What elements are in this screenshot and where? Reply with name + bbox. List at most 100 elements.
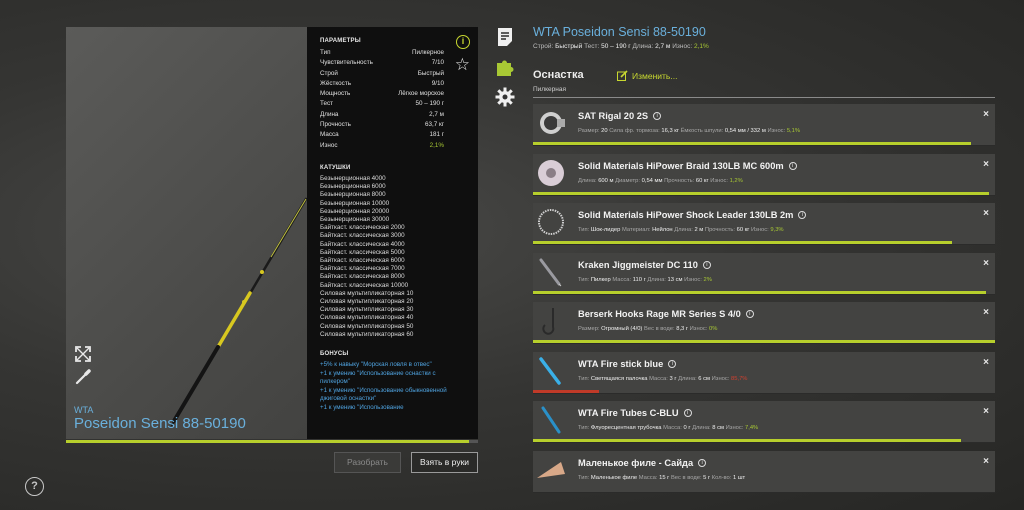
close-icon[interactable]: × [983,258,989,269]
stat-label: Износ: [750,227,771,233]
reel-item: Безынерционная 10000 [320,199,390,207]
tackle-item[interactable]: Kraken Jiggmeister DC 110 i Тип: Пилкер Ма… [533,252,995,295]
tackle-item[interactable]: WTA Fire Tubes C-BLU i Тип: Флуоресцентная… [533,401,995,443]
edit-icon [617,70,628,81]
summary-test-label: Тест: [584,43,600,50]
param-row: Масса 181 г [320,130,466,140]
stat-value: 110 г [632,276,646,283]
tackle-item[interactable]: Маленькое филе - Сайда i Тип: Маленькое фи… [533,450,995,493]
reel-item: Байткаст. классическая 3000 [320,232,405,240]
stat-value: 7,4% [745,425,759,431]
tackle-thumb [535,454,567,486]
info-icon[interactable]: i [456,35,470,49]
reel-item: Байткаст. классическая 8000 [320,273,405,281]
param-value: 7/10 [431,59,444,67]
param-label: Износ [320,141,338,149]
tackle-item[interactable]: SAT Rigal 20 2S i Размер: 20 Сила фр. торм… [533,104,995,146]
tackle-name: Маленькое филе - Сайда i [578,458,707,468]
param-label: Мощность [320,90,351,98]
stat-value: Пилкер [590,276,611,283]
close-icon[interactable]: × [983,406,989,417]
stat-value: 8,3 г [676,326,689,332]
summary-build: Быстрый [555,43,583,50]
rod-summary: Строй: Быстрый Тест: 50 – 190 г Длина: 2… [533,43,709,50]
close-icon[interactable]: × [983,208,989,219]
puzzle-icon[interactable] [495,57,515,77]
stat-value: 20 [601,128,608,134]
stat-label: Тип: [578,474,591,481]
stat-label: Тип: [578,375,591,382]
reel-item: Безынерционная 20000 [320,207,390,215]
stat-label: Масса: [649,375,670,382]
reel-list: Безынерционная 4000 Безынерционная 6000 Бе… [320,175,466,339]
tackle-item[interactable]: Berserk Hooks Rage MR Series S 4/0 i Разме… [533,302,995,344]
stat-label: Длина: [647,276,668,283]
params-title: ПАРАМЕТРЫ [320,38,361,44]
summary-test: 50 – 190 г [601,43,631,50]
tackle-name: Solid Materials HiPower Braid 130LB MC 6… [578,161,797,171]
disassemble-button[interactable]: Разобрать [334,452,401,473]
stat-value: Маленькое филе [590,474,638,481]
params-panel: ПАРАМЕТРЫ Тип Пилкерное Чувствительность 7/… [307,27,478,439]
stat-label: Тип: [578,425,591,431]
info-icon[interactable]: i [653,112,662,120]
param-list: Тип Пилкерное Чувствительность 7/10 Строй Быс… [320,48,466,151]
param-value: Пилкерное [411,49,444,56]
close-icon[interactable]: × [983,357,989,368]
stat-label: Вес в воде: [670,474,704,481]
document-icon[interactable] [495,27,515,47]
close-icon[interactable]: × [983,159,989,170]
stat-value: 60 кг [736,227,750,233]
param-value: Быстрый [417,69,444,77]
tackle-name-text: Kraken Jiggmeister DC 110 [578,259,698,270]
stat-value: 8 см [712,425,724,431]
param-value: Лёгкое морское [398,90,444,98]
info-icon[interactable]: i [698,458,707,467]
edit-label: Изменить... [632,70,678,81]
help-icon[interactable]: ? [25,477,44,496]
close-icon[interactable]: × [983,307,989,318]
tackle-name: Kraken Jiggmeister DC 110 i [578,260,711,270]
tackle-name: WTA Fire Tubes C-BLU i [578,408,692,418]
summary-length-label: Длина: [632,43,654,50]
info-icon[interactable]: i [788,161,797,170]
stat-label: Длина: [692,425,713,431]
param-row: Чувствительность 7/10 [320,58,466,68]
tackle-item[interactable]: Solid Materials HiPower Braid 130LB MC 6… [533,153,995,196]
gear-icon[interactable] [495,87,515,107]
stat-value: 600 м [598,177,614,184]
take-in-hands-button[interactable]: Взять в руки [411,452,478,473]
star-icon[interactable]: ☆ [455,56,470,73]
info-icon[interactable]: i [668,359,677,368]
stat-label: Диаметр: [615,177,642,184]
bonus-item: +1 к умению "Использование [320,404,404,412]
param-row: Жёсткость 9/10 [320,79,466,89]
info-icon[interactable]: i [702,260,711,269]
info-icon[interactable]: i [745,310,754,318]
stat-label: Износ: [689,326,710,332]
close-icon[interactable]: × [983,456,989,467]
param-row: Тест 50 – 190 г [320,99,466,109]
tackle-stats: Размер: Огромный (4/0) Вес в воде: 8,3 г… [578,326,717,332]
tackle-item[interactable]: Solid Materials HiPower Shock Leader 130… [533,203,995,245]
tackle-name: Solid Materials HiPower Shock Leader 130… [578,210,807,220]
tackle-stats: Тип: Флуоресцентная трубочка Масса: 0 г … [578,425,758,431]
reel-item: Байткаст. классическая 4000 [320,240,405,248]
stat-label: Тип: [578,276,591,283]
stat-value: 0 г [683,425,691,431]
reel-item: Силовая мультипликаторная 20 [320,298,414,306]
stat-label: Прочность: [664,177,696,184]
param-value: 181 г [429,131,444,139]
stat-value: 6 см [698,375,711,382]
tackle-item[interactable]: WTA Fire stick blue i Тип: Светящаяся пало… [533,351,995,394]
tackle-stats: Длина: 600 м Диаметр: 0,54 мм Прочность:… [578,178,743,184]
rod-condition-fill [66,440,470,443]
close-icon[interactable]: × [983,109,989,120]
brush-icon[interactable] [74,368,92,391]
info-icon[interactable]: i [798,211,807,219]
info-icon[interactable]: i [683,409,692,417]
expand-icon[interactable] [74,345,92,368]
param-row: Тип Пилкерное [320,48,466,58]
edit-button[interactable]: Изменить... [617,70,677,81]
stat-label: Вес в воде: [643,326,677,332]
